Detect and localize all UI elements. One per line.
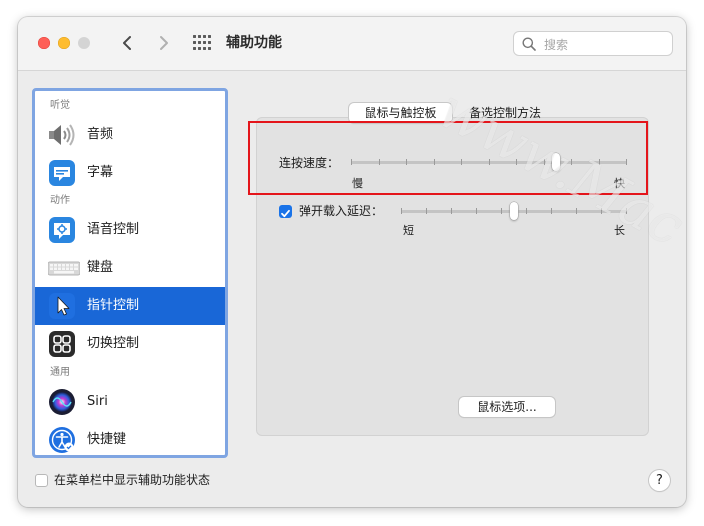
spring-loading-delay-slider[interactable] [401,202,627,222]
sidebar-item-switch-control[interactable]: 切换控制 [35,325,225,363]
sidebar-item-siri[interactable]: Siri [35,383,225,421]
chevron-left-icon [123,36,131,50]
slider-tick [501,208,502,214]
sidebar-item-audio[interactable]: 音频 [35,116,225,154]
spring-loading-checkbox[interactable] [279,205,292,218]
show-in-menu-bar-checkbox[interactable] [35,474,48,487]
window-title: 辅助功能 [226,35,282,51]
slider-tick [601,208,602,214]
search-input[interactable] [542,35,666,54]
sidebar-item-label: 语音控制 [87,222,140,237]
sidebar-item-label: 指针控制 [87,298,140,313]
slider-thumb[interactable] [510,202,518,220]
sidebar-item-label: 键盘 [87,260,114,275]
slider-tick [576,208,577,214]
slider-tick [476,208,477,214]
back-button[interactable] [117,31,139,55]
slider-tick [626,208,627,214]
section-general: 通用 [50,367,70,378]
show-in-menu-bar-label: 在菜单栏中显示辅助功能状态 [54,473,211,487]
tab-alternate-control[interactable]: 备选控制方法 [455,103,555,123]
help-button[interactable]: ? [649,470,670,491]
slider-tick [551,208,552,214]
mouse-options-button[interactable]: 鼠标选项... [459,397,555,417]
section-motor: 动作 [50,195,70,206]
minimize-window-button[interactable] [58,37,70,49]
accessibility-shortcut-icon [48,426,76,454]
forward-button[interactable] [152,31,174,55]
checkmark-icon [281,209,290,218]
tab-mouse-trackpad[interactable]: 鼠标与触控板 [349,103,452,123]
highlight-box [248,121,648,195]
spring-loading-label: 弹开载入延迟： [299,204,384,218]
speaker-icon [48,121,76,149]
sidebar: 听觉 音频 字幕 动作 语音控制 键盘 指针控制 切换控制 通用 Siri 快捷… [32,88,228,458]
sidebar-item-label: Siri [87,394,108,409]
sidebar-item-voice-control[interactable]: 语音控制 [35,211,225,249]
sidebar-item-shortcut[interactable]: 快捷键 [35,421,225,455]
sidebar-item-keyboard[interactable]: 键盘 [35,249,225,287]
captions-icon [48,159,76,187]
sidebar-item-pointer-control[interactable]: 指针控制 [35,287,225,325]
short-label: 短 [403,224,414,237]
slider-tick [526,208,527,214]
keyboard-icon [47,254,81,282]
siri-icon [48,388,76,416]
slider-tick [401,208,402,214]
sidebar-item-label: 切换控制 [87,336,140,351]
close-window-button[interactable] [38,37,50,49]
long-label: 长 [614,224,625,237]
voice-control-icon [48,216,76,244]
sidebar-item-label: 字幕 [87,165,114,180]
preferences-window: 辅助功能 听觉 音频 [18,17,686,507]
pointer-icon [48,292,76,320]
zoom-window-button[interactable] [78,37,90,49]
slider-tick [426,208,427,214]
search-icon [522,37,536,51]
sidebar-item-label: 音频 [87,127,114,142]
sidebar-item-captions[interactable]: 字幕 [35,154,225,192]
chevron-right-icon [160,36,168,50]
sidebar-item-label: 快捷键 [87,432,127,447]
search-field[interactable] [513,31,673,56]
switch-control-icon [48,330,76,358]
slider-tick [451,208,452,214]
show-all-grid-icon[interactable] [193,35,211,51]
title-bar: 辅助功能 [18,17,686,71]
section-hearing: 听觉 [50,100,70,111]
